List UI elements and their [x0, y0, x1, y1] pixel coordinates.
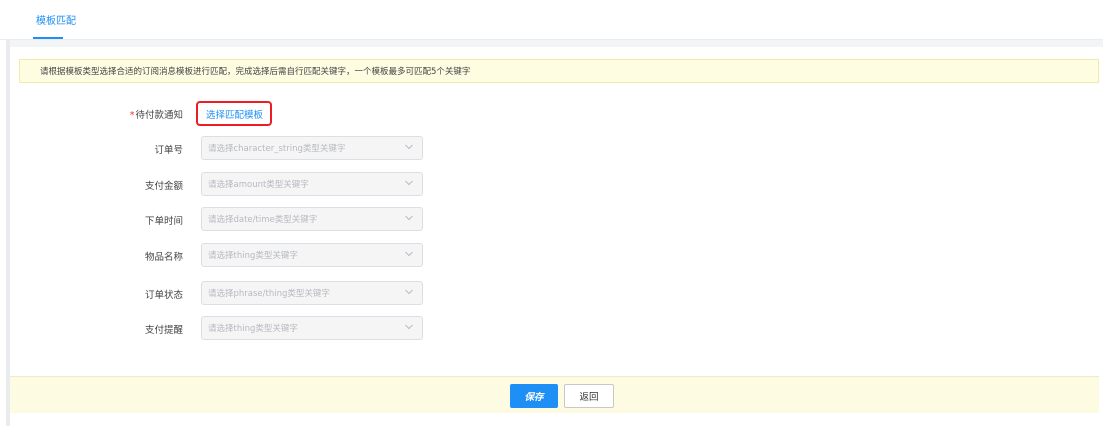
- back-button[interactable]: 返回: [564, 384, 614, 408]
- save-button[interactable]: 保存: [510, 384, 558, 408]
- field-label-payment-amount: 支付金额: [144, 181, 183, 192]
- chevron-down-icon: [405, 144, 413, 150]
- select-placeholder: 请选择character_string类型关键字: [208, 144, 346, 154]
- required-mark: *: [129, 110, 135, 121]
- chevron-down-icon: [405, 180, 413, 186]
- template-label: *待付款通知: [63, 107, 183, 121]
- field-label-order-status: 订单状态: [144, 290, 183, 301]
- tab-template-match[interactable]: 模板匹配: [36, 12, 76, 40]
- payment-amount-select[interactable]: 请选择amount类型关键字: [201, 172, 423, 196]
- tab-bar: 模板匹配: [0, 0, 1103, 40]
- field-label-order-time: 下单时间: [144, 216, 183, 227]
- notice-banner: 请根据模板类型选择合适的订阅消息模板进行匹配，完成选择后需自行匹配关键字，一个模…: [19, 59, 1099, 83]
- section-gap: [10, 40, 1103, 47]
- select-placeholder: 请选择amount类型关键字: [208, 180, 309, 190]
- field-label-order-number: 订单号: [154, 145, 183, 156]
- chevron-down-icon: [405, 289, 413, 295]
- select-placeholder: 请选择date/time类型关键字: [208, 215, 318, 225]
- template-label-text: 待付款通知: [135, 110, 183, 121]
- field-label-item-name: 物品名称: [144, 252, 183, 263]
- left-border: [6, 40, 10, 426]
- chevron-down-icon: [405, 251, 413, 257]
- order-number-select[interactable]: 请选择character_string类型关键字: [201, 136, 423, 160]
- active-tab-indicator: [33, 37, 63, 39]
- select-placeholder: 请选择thing类型关键字: [208, 251, 298, 261]
- item-name-select[interactable]: 请选择thing类型关键字: [201, 243, 423, 267]
- order-time-select[interactable]: 请选择date/time类型关键字: [201, 207, 423, 231]
- chevron-down-icon: [405, 215, 413, 221]
- payment-reminder-select[interactable]: 请选择thing类型关键字: [201, 316, 423, 340]
- select-template-link[interactable]: 选择匹配模板: [206, 107, 263, 121]
- notice-text: 请根据模板类型选择合适的订阅消息模板进行匹配，完成选择后需自行匹配关键字，一个模…: [40, 67, 471, 77]
- select-placeholder: 请选择phrase/thing类型关键字: [208, 289, 330, 299]
- chevron-down-icon: [405, 324, 413, 330]
- select-placeholder: 请选择thing类型关键字: [208, 324, 298, 334]
- order-status-select[interactable]: 请选择phrase/thing类型关键字: [201, 281, 423, 305]
- field-label-payment-reminder: 支付提醒: [144, 325, 183, 336]
